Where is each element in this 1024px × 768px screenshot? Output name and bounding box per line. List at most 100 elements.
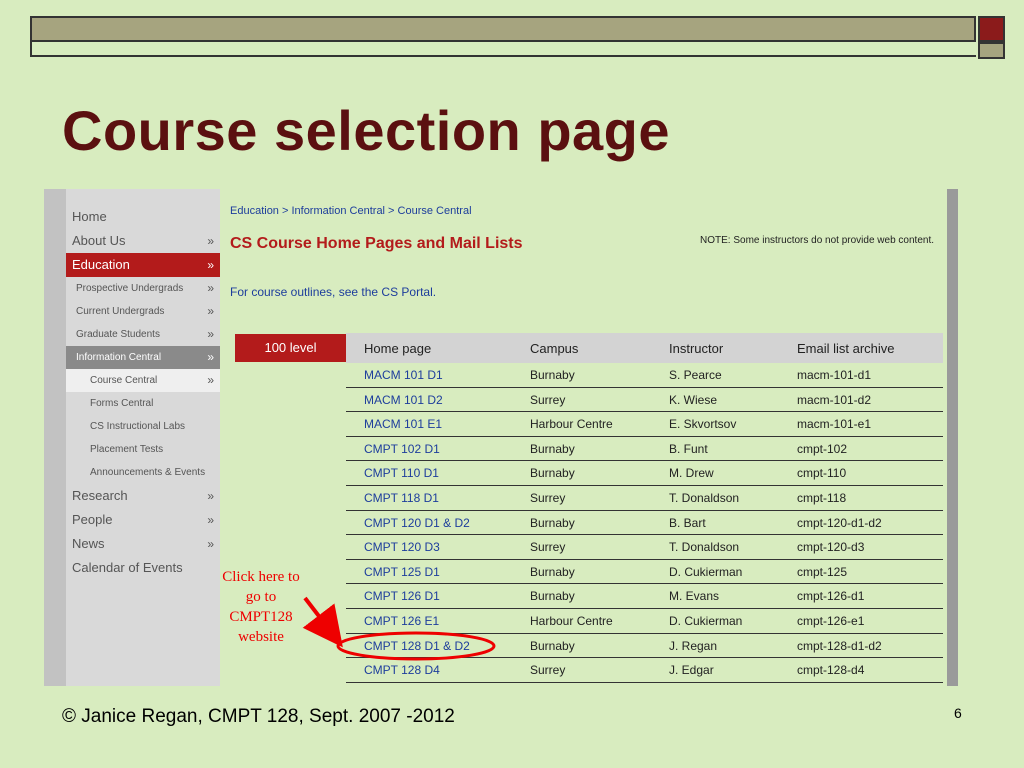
sidebar-item-research[interactable]: Research» <box>66 484 220 508</box>
email-list-cell: cmpt-128-d1-d2 <box>797 638 882 653</box>
campus-cell: Harbour Centre <box>530 417 613 432</box>
instructor-cell: E. Skvortsov <box>669 417 737 432</box>
tab-100-level[interactable]: 100 level <box>235 334 346 362</box>
sidebar-item-news[interactable]: News» <box>66 532 220 556</box>
instructor-cell: D. Cukierman <box>669 564 743 579</box>
campus-cell: Surrey <box>530 490 566 505</box>
campus-cell: Surrey <box>530 392 566 407</box>
column-header-email-list-archive: Email list archive <box>797 341 895 356</box>
email-list-cell: cmpt-118 <box>797 490 847 505</box>
table-row: CMPT 118 D1 Surrey T. Donaldson cmpt-118 <box>346 486 943 511</box>
sidebar-item-home[interactable]: Home <box>66 205 220 229</box>
email-list-cell: macm-101-d1 <box>797 368 872 382</box>
sidebar-item-forms-central[interactable]: Forms Central <box>66 392 220 415</box>
annotation-text: Click here to go to CMPT128 website <box>222 569 300 645</box>
cs-portal-link[interactable]: For course outlines, see the CS Portal. <box>230 285 436 299</box>
instructor-cell: D. Cukierman <box>669 613 743 628</box>
course-link[interactable]: CMPT 128 D4 <box>364 663 440 677</box>
campus-cell: Burnaby <box>530 638 575 653</box>
instructor-cell: T. Donaldson <box>669 490 740 505</box>
sidebar-item-cs-instructional-labs[interactable]: CS Instructional Labs <box>66 415 220 438</box>
course-table: MACM 101 D1 Burnaby S. Pearce macm-101-d1 M… <box>346 363 943 683</box>
sidebar-item-information-central[interactable]: Information Central» <box>66 346 220 369</box>
instructor-cell: S. Pearce <box>669 368 722 382</box>
email-list-cell: macm-101-d2 <box>797 392 872 407</box>
slide-title: Course selection page <box>62 99 671 162</box>
campus-cell: Burnaby <box>530 466 575 481</box>
table-row: CMPT 102 D1 Burnaby B. Funt cmpt-102 <box>346 437 943 462</box>
sidebar-item-calendar-of-events[interactable]: Calendar of Events <box>66 556 220 580</box>
campus-cell: Surrey <box>530 663 566 678</box>
chevron-right-icon: » <box>207 513 214 527</box>
slide-corner-olive-square <box>978 42 1005 59</box>
email-list-cell: cmpt-120-d3 <box>797 540 865 555</box>
table-row: MACM 101 D1 Burnaby S. Pearce macm-101-d1 <box>346 363 943 388</box>
instructor-cell: T. Donaldson <box>669 540 740 555</box>
page-number: 6 <box>954 705 962 721</box>
course-link[interactable]: CMPT 125 D1 <box>364 565 440 579</box>
email-list-cell: cmpt-120-d1-d2 <box>797 515 882 530</box>
sidebar-item-current-undergrads[interactable]: Current Undergrads» <box>66 300 220 323</box>
chevron-right-icon: » <box>207 258 214 272</box>
website-screenshot: Home About Us» Education» Prospective Un… <box>44 189 958 686</box>
campus-cell: Burnaby <box>530 589 575 604</box>
email-list-cell: cmpt-110 <box>797 466 847 481</box>
email-list-cell: cmpt-128-d4 <box>797 663 865 678</box>
course-link[interactable]: CMPT 126 D1 <box>364 589 440 603</box>
breadcrumb[interactable]: Education > Information Central > Course… <box>230 205 472 217</box>
course-link[interactable]: CMPT 118 D1 <box>364 491 439 505</box>
instructor-cell: J. Regan <box>669 638 718 653</box>
course-link[interactable]: CMPT 102 D1 <box>364 442 440 456</box>
table-row: MACM 101 D2 Surrey K. Wiese macm-101-d2 <box>346 388 943 413</box>
course-link[interactable]: MACM 101 D1 <box>364 368 443 382</box>
course-link[interactable]: CMPT 126 E1 <box>364 614 439 628</box>
email-list-cell: cmpt-125 <box>797 564 848 579</box>
table-row: CMPT 110 D1 Burnaby M. Drew cmpt-110 <box>346 461 943 486</box>
sidebar-item-graduate-students[interactable]: Graduate Students» <box>66 323 220 346</box>
chevron-right-icon: » <box>207 489 214 503</box>
campus-cell: Burnaby <box>530 515 575 530</box>
sidebar-item-announcements-events[interactable]: Announcements & Events <box>66 461 220 484</box>
campus-cell: Burnaby <box>530 368 575 382</box>
right-scroll-border <box>947 189 958 686</box>
sidebar: Home About Us» Education» Prospective Un… <box>44 189 220 686</box>
table-row: CMPT 120 D1 & D2 Burnaby B. Bart cmpt-120-d… <box>346 511 943 536</box>
slide-top-rule <box>30 42 976 57</box>
course-link-cmpt128[interactable]: CMPT 128 D1 & D2 <box>364 639 470 653</box>
table-header: Home page Campus Instructor Email list a… <box>346 333 943 363</box>
sidebar-strip <box>44 189 66 686</box>
sidebar-item-course-central[interactable]: Course Central» <box>66 369 220 392</box>
email-list-cell: cmpt-102 <box>797 441 848 456</box>
instructor-cell: K. Wiese <box>669 392 718 407</box>
sidebar-item-placement-tests[interactable]: Placement Tests <box>66 438 220 461</box>
column-header-campus: Campus <box>530 341 579 356</box>
table-row: CMPT 128 D4 Surrey J. Edgar cmpt-128-d4 <box>346 658 943 683</box>
campus-cell: Burnaby <box>530 441 575 456</box>
chevron-right-icon: » <box>207 281 214 295</box>
chevron-right-icon: » <box>207 234 214 248</box>
sidebar-item-education[interactable]: Education» <box>66 253 220 277</box>
chevron-right-icon: » <box>207 327 214 341</box>
course-link[interactable]: CMPT 110 D1 <box>364 466 439 480</box>
course-link[interactable]: CMPT 120 D1 & D2 <box>364 516 470 530</box>
table-row: CMPT 120 D3 Surrey T. Donaldson cmpt-120-d3 <box>346 535 943 560</box>
sidebar-item-about-us[interactable]: About Us» <box>66 229 220 253</box>
table-row: MACM 101 E1 Harbour Centre E. Skvortsov mac… <box>346 412 943 437</box>
table-row: CMPT 126 E1 Harbour Centre D. Cukierman cmp… <box>346 609 943 634</box>
main-content: Education > Information Central > Course… <box>220 189 947 686</box>
sidebar-menu: Home About Us» Education» Prospective Un… <box>66 205 220 580</box>
sidebar-item-people[interactable]: People» <box>66 508 220 532</box>
instructor-cell: M. Drew <box>669 466 714 481</box>
course-link[interactable]: MACM 101 D2 <box>364 393 443 407</box>
campus-cell: Surrey <box>530 540 566 555</box>
slide-corner-red-square <box>978 16 1005 42</box>
table-row: CMPT 126 D1 Burnaby M. Evans cmpt-126-d1 <box>346 584 943 609</box>
course-link[interactable]: MACM 101 E1 <box>364 417 442 431</box>
campus-cell: Harbour Centre <box>530 613 613 628</box>
instructor-cell: J. Edgar <box>669 663 714 678</box>
course-link[interactable]: CMPT 120 D3 <box>364 540 440 554</box>
instructor-note: NOTE: Some instructors do not provide we… <box>700 235 934 246</box>
column-header-instructor: Instructor <box>669 341 724 356</box>
table-row: CMPT 128 D1 & D2 Burnaby J. Regan cmpt-128-… <box>346 634 943 659</box>
sidebar-item-prospective-undergrads[interactable]: Prospective Undergrads» <box>66 277 220 300</box>
